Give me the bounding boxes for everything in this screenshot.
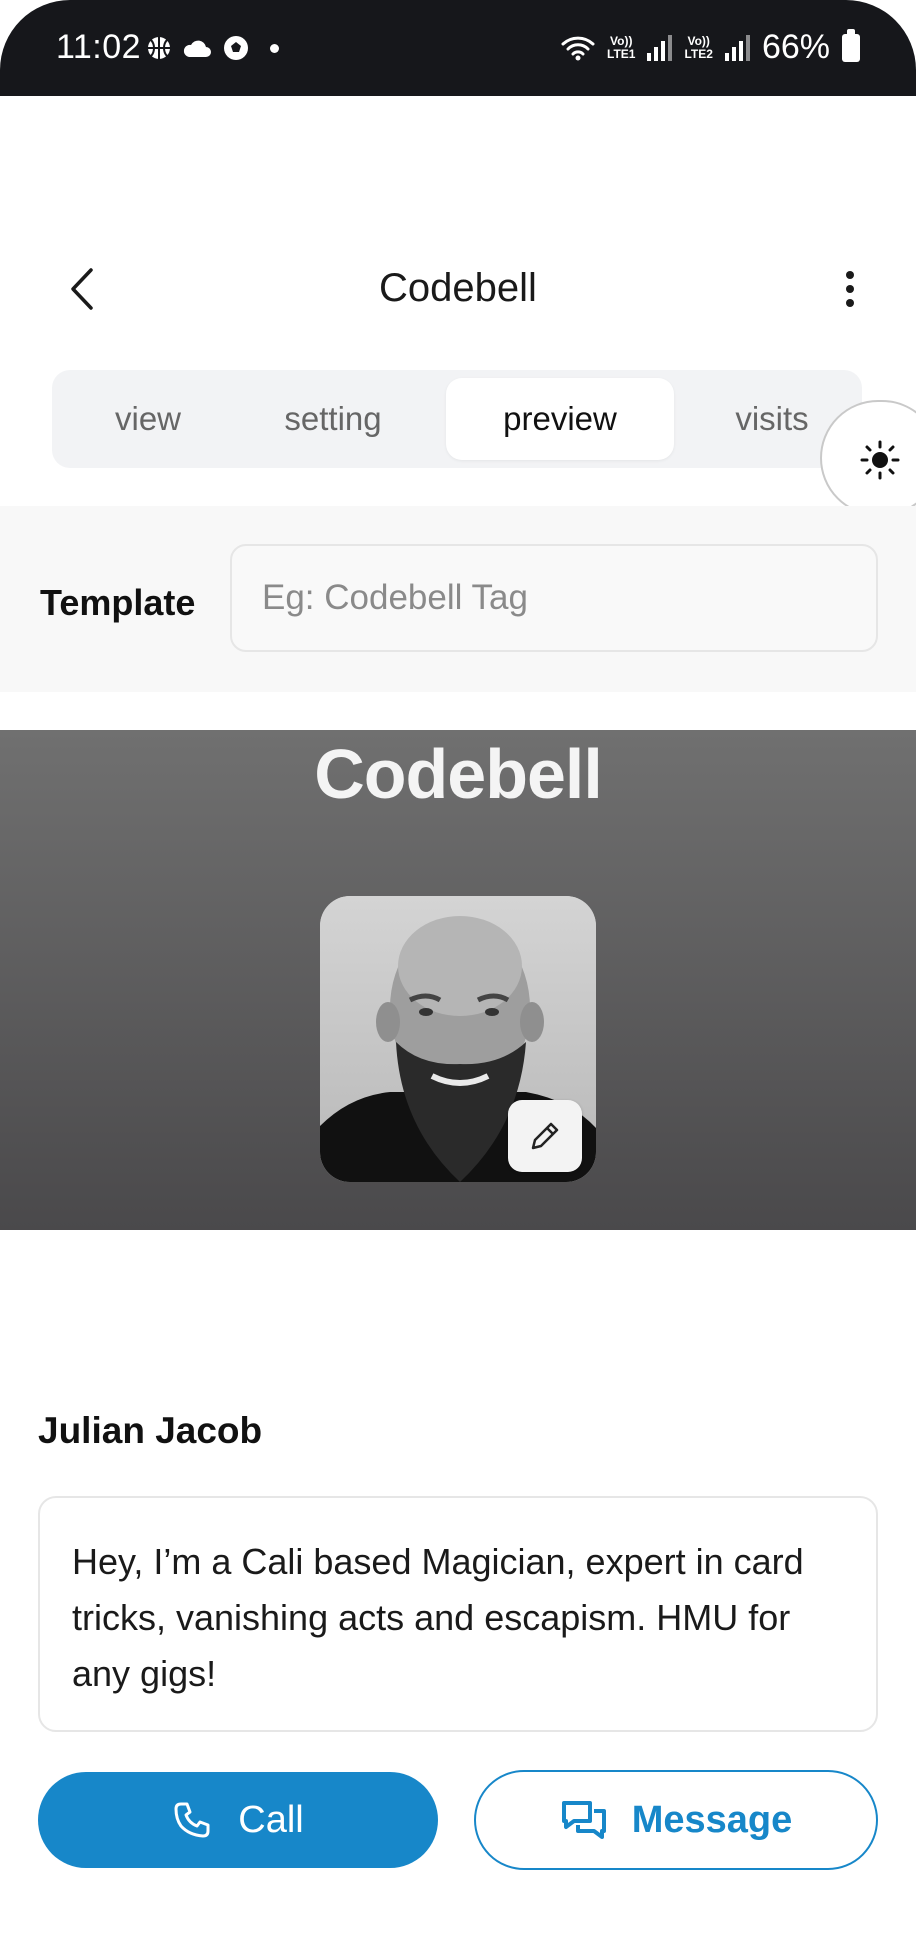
- status-time: 11:02: [56, 28, 142, 66]
- app-screen: 11:02 Vo)) LTE1 Vo)) LTE2 66% Codebell vie…: [0, 0, 916, 1956]
- template-input[interactable]: [230, 544, 878, 652]
- message-label: Message: [631, 1798, 793, 1841]
- cloud-icon: [183, 40, 211, 57]
- dot-icon: [270, 43, 279, 53]
- pencil-icon: [531, 1122, 559, 1150]
- more-options-button[interactable]: [840, 264, 860, 314]
- message-button[interactable]: Message: [474, 1770, 878, 1870]
- sun-icon: [860, 440, 900, 480]
- status-bar: 11:02 Vo)) LTE1 Vo)) LTE2 66%: [0, 0, 916, 96]
- signal-icon: [724, 34, 750, 61]
- call-label: Call: [238, 1798, 304, 1841]
- tab-setting[interactable]: setting: [248, 378, 418, 460]
- tab-view[interactable]: view: [78, 378, 218, 460]
- notification-icons: [146, 34, 279, 62]
- profile-name: Julian Jacob: [38, 1410, 263, 1451]
- call-button[interactable]: Call: [38, 1772, 438, 1868]
- wifi-icon: [561, 36, 595, 60]
- battery-icon: [842, 28, 860, 62]
- app-header: Codebell: [0, 250, 916, 330]
- sim2-label: Vo)) LTE2: [684, 33, 713, 61]
- chat-icon: [561, 1801, 606, 1839]
- phone-icon: [174, 1802, 210, 1838]
- card-header: Codebell: [0, 730, 916, 1230]
- more-vertical-icon: [846, 271, 854, 279]
- brand-logo: Codebell: [314, 735, 603, 813]
- page-title: Codebell: [379, 266, 537, 310]
- football-icon: [224, 36, 248, 60]
- template-section: Template: [0, 506, 916, 692]
- template-label: Template: [40, 582, 196, 623]
- tab-bar: view setting preview visits: [52, 370, 862, 468]
- edit-photo-button[interactable]: [508, 1100, 582, 1172]
- basketball-icon: [148, 37, 170, 59]
- battery-percent: 66%: [761, 28, 830, 66]
- status-right: Vo)) LTE1 Vo)) LTE2 66%: [561, 28, 860, 67]
- sim1-label: Vo)) LTE1: [607, 33, 636, 61]
- bio-text: Hey, I’m a Cali based Magician, expert i…: [38, 1496, 878, 1732]
- signal-icon: [647, 34, 673, 61]
- tab-preview[interactable]: preview: [446, 378, 674, 460]
